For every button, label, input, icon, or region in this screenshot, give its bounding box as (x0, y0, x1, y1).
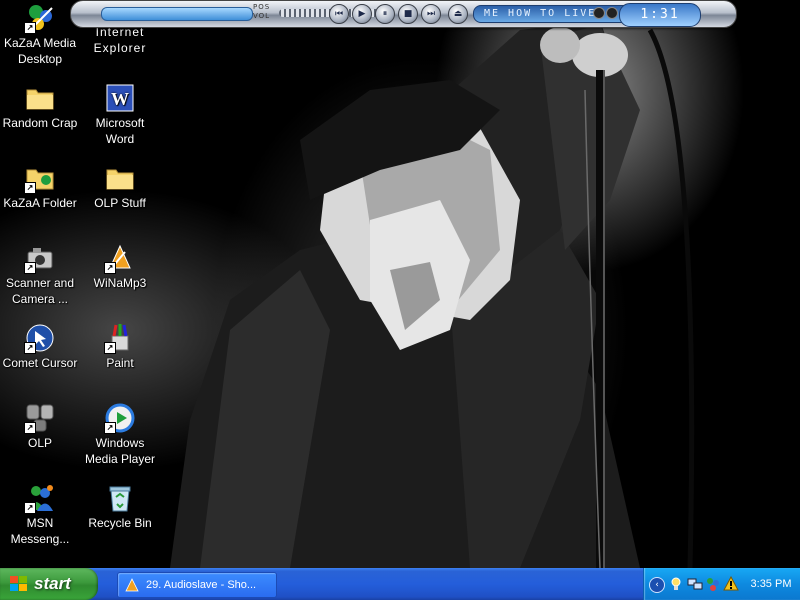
minimize-player-button[interactable] (593, 7, 605, 19)
windows-logo-icon (10, 576, 27, 591)
desktop-icon-label: Comet Cursor (2, 356, 78, 370)
desktop-icon-label: OLP Stuff (94, 196, 146, 210)
desktop-icon-label: KaZaA Folder (3, 196, 77, 210)
eject-button[interactable]: ⏏ (448, 4, 468, 24)
comet-cursor-icon: ↗ (24, 322, 56, 354)
shortcut-arrow-icon: ↗ (24, 502, 36, 514)
taskbar-button-winamp[interactable]: 29. Audioslave - Sho... (117, 572, 277, 598)
desktop-icon-kazaa-folder[interactable]: ↗ KaZaA Folder (0, 162, 80, 211)
winamp-icon: ↗ (104, 242, 136, 274)
network-icon[interactable] (687, 576, 703, 592)
previous-icon: ⏮ (334, 9, 344, 19)
desktop-icon-label: KaZaA Media Desktop (3, 36, 77, 66)
desktop-icon-label: WiNaMp3 (93, 276, 147, 290)
msn-tray-icon[interactable] (705, 576, 721, 592)
desktop-icon-microsoft-word[interactable]: W Microsoft Word (80, 82, 160, 147)
desktop-icon-kazaa-media-desktop[interactable]: ↗ KaZaA Media Desktop (0, 2, 80, 67)
system-tray: ‹ 3:35 PM (643, 568, 800, 600)
desktop-icon-comet-cursor[interactable]: ↗ Comet Cursor (0, 322, 80, 371)
desktop-icon-msn-messenger[interactable]: ↗ MSN Messeng... (0, 482, 80, 547)
shortcut-arrow-icon: ↗ (24, 342, 36, 354)
desktop-icon-label: Paint (106, 356, 134, 370)
folder-icon (24, 82, 56, 114)
next-icon: ⏭ (426, 9, 436, 19)
pause-button[interactable]: ⏸ (375, 4, 395, 24)
media-player-icon: ↗ (104, 402, 136, 434)
desktop-icon-windows-media-player[interactable]: ↗ Windows Media Player (80, 402, 160, 467)
elapsed-time-display: 1:31 (619, 3, 701, 27)
play-icon: ▶ (358, 9, 366, 19)
paint-icon: ↗ (104, 322, 136, 354)
shortcut-arrow-icon: ↗ (24, 262, 36, 274)
desktop-icon-random-crap[interactable]: Random Crap (0, 82, 80, 131)
winamp-icon (125, 578, 139, 592)
desktop-icon-label: Internet Explorer (93, 25, 147, 55)
word-icon: W (104, 82, 136, 114)
close-player-button[interactable] (606, 7, 618, 19)
previous-button[interactable]: ⏮ (329, 4, 349, 24)
taskbar: start 29. Audioslave - Sho... ‹ 3:35 PM (0, 568, 800, 600)
show-hidden-icons-button[interactable]: ‹ (649, 577, 665, 593)
olp-icon: ↗ (24, 402, 56, 434)
desktop-icon-scanner-camera[interactable]: ↗ Scanner and Camera ... (0, 242, 80, 307)
desktop-icon-label: Random Crap (2, 116, 78, 130)
camera-icon: ↗ (24, 242, 56, 274)
desktop-icon-winamp3[interactable]: ↗ WiNaMp3 (80, 242, 160, 291)
desktop-icon-olp-stuff[interactable]: OLP Stuff (80, 162, 160, 211)
taskbar-button-label: 29. Audioslave - Sho... (146, 579, 257, 591)
eject-icon: ⏏ (453, 9, 463, 19)
stop-icon: ■ (403, 9, 413, 19)
shortcut-arrow-icon: ↗ (24, 22, 36, 34)
kazaa-icon: ↗ (24, 2, 56, 34)
desktop-icon-paint[interactable]: ↗ Paint (80, 322, 160, 371)
shortcut-arrow-icon: ↗ (104, 262, 116, 274)
security-alert-icon[interactable] (723, 576, 739, 592)
svg-text:W: W (111, 89, 129, 109)
desktop-icon-recycle-bin[interactable]: Recycle Bin (80, 482, 160, 531)
desktop-icon-label: Recycle Bin (88, 516, 152, 530)
desktop-icon-label: Windows Media Player (84, 436, 156, 466)
pause-icon: ⏸ (382, 9, 388, 19)
media-player-bar[interactable]: POS VOL ⏮ ▶ ⏸ ■ ⏭ ⏏ ME HOW TO LIVE 1:31 (70, 0, 737, 28)
pos-vol-labels: POS VOL (253, 3, 270, 21)
shortcut-arrow-icon: ↗ (104, 342, 116, 354)
next-button[interactable]: ⏭ (421, 4, 441, 24)
position-seek-bar[interactable] (101, 7, 253, 21)
taskbar-clock[interactable]: 3:35 PM (744, 568, 798, 600)
folder-icon: ↗ (24, 162, 56, 194)
desktop-icon-olp[interactable]: ↗ OLP (0, 402, 80, 451)
desktop-icon-label: Microsoft Word (95, 116, 145, 146)
desktop-icon-label: MSN Messeng... (10, 516, 70, 546)
shortcut-arrow-icon: ↗ (24, 182, 36, 194)
start-button[interactable]: start (0, 568, 98, 600)
shortcut-arrow-icon: ↗ (24, 422, 36, 434)
desktop-icon-label: OLP (27, 436, 52, 450)
pos-label: POS (253, 3, 271, 11)
play-button[interactable]: ▶ (352, 4, 372, 24)
msn-messenger-icon: ↗ (24, 482, 56, 514)
desktop-icon-label: Scanner and Camera ... (5, 276, 75, 306)
stop-button[interactable]: ■ (398, 4, 418, 24)
start-label: start (34, 574, 71, 593)
recycle-bin-icon (104, 482, 136, 514)
vol-label: VOL (253, 12, 271, 20)
folder-icon (104, 162, 136, 194)
shortcut-arrow-icon: ↗ (104, 422, 116, 434)
lightbulb-icon[interactable] (668, 576, 684, 592)
desktop-icon-internet-explorer[interactable]: Internet Explorer (80, 24, 160, 56)
